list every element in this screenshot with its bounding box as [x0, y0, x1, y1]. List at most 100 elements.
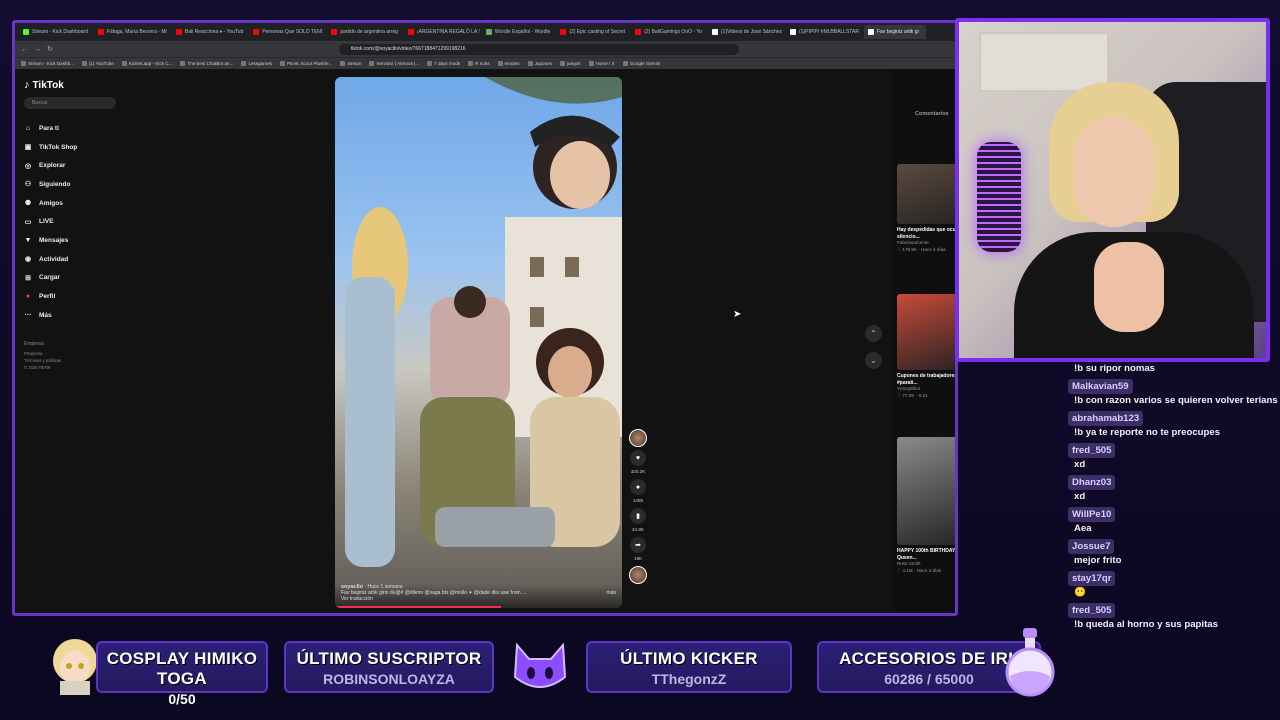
- bookmark-item[interactable]: R subs: [468, 61, 490, 66]
- related-video-card[interactable]: HAPPY 100th BIRTHDAY Queen... Ross Smith ♡…: [897, 437, 955, 574]
- comments-tab[interactable]: Comentarios: [915, 111, 949, 117]
- bookmark-item[interactable]: stream: [340, 61, 361, 66]
- comment-count: 1485: [632, 498, 644, 503]
- goal-value: 0/50: [168, 691, 196, 707]
- sidebar-item-explorar[interactable]: ◎ Explorar: [24, 156, 116, 175]
- chat-message: stay17qr 😶: [1068, 571, 1278, 599]
- tab-label: (2) BaliGamings OoO - Yo: [644, 29, 702, 35]
- chat-text: 😶: [1074, 587, 1086, 598]
- bookmark-item[interactable]: Servidor | Aternos |...: [369, 61, 419, 66]
- chat-username[interactable]: stay17qr: [1068, 571, 1116, 586]
- caption-more-link[interactable]: más: [607, 590, 616, 596]
- bookmark-item[interactable]: Stream - Kick Dashb...: [21, 61, 74, 66]
- sidebar-item-perfil[interactable]: ● Perfil: [24, 287, 116, 306]
- translate-link[interactable]: Ver traducción: [341, 596, 616, 602]
- chat-username[interactable]: fred_505: [1068, 443, 1116, 458]
- more-icon: ···: [24, 311, 32, 319]
- bookmark-item[interactable]: juegos: [559, 61, 581, 66]
- sidebar-item-mensajes[interactable]: ▼ Mensajes: [24, 231, 116, 250]
- related-video-card[interactable]: Cupones de trabajadores #parati... YoSoyE…: [897, 294, 955, 399]
- chat-message: Dhanz03 xd: [1068, 475, 1278, 503]
- footer-link-terms[interactable]: Términos y políticas: [24, 357, 116, 364]
- sound-disc-icon[interactable]: [629, 566, 647, 584]
- video-frame: [345, 77, 622, 567]
- browser-tab[interactable]: Fav beginiz artik gi: [864, 25, 926, 39]
- tiktok-page: ♪ TikTok Buscar ⌂ Para ti ▣ TikTok Shop ◎ Exp…: [15, 69, 956, 613]
- related-video-title: Hay despedidas que ocurren en silencio..…: [897, 227, 956, 240]
- bookmark-item[interactable]: The best ChatBot an...: [180, 61, 233, 66]
- next-video-icon[interactable]: ⌄: [865, 352, 882, 369]
- browser-tab[interactable]: Bali Reacciona ♦ - YouTub: [172, 25, 248, 39]
- tab-label: (1)PIPIPI #MLBBALLSTAR: [799, 29, 859, 35]
- chat-username[interactable]: abrahamab123: [1068, 411, 1144, 426]
- bookmark-item[interactable]: Google Gemini: [622, 61, 660, 66]
- bookmark-item[interactable]: Japones: [527, 61, 552, 66]
- bookmark-icon[interactable]: ▮: [630, 508, 646, 524]
- browser-tab[interactable]: Fáfaga, María Becerra - Mi: [94, 25, 170, 39]
- browser-tab[interactable]: Personas Que SOLO TENÍ: [249, 25, 325, 39]
- share-icon[interactable]: ➦: [630, 537, 646, 553]
- bookmark-item[interactable]: Home / X: [588, 61, 615, 66]
- search-input[interactable]: Buscar: [24, 97, 116, 109]
- sidebar-item-live[interactable]: ▭ LIVE: [24, 212, 116, 231]
- related-video-card[interactable]: Hay despedidas que ocurren en silencio..…: [897, 164, 956, 253]
- reload-icon[interactable]: ↻: [47, 45, 53, 53]
- tab-label: Fáfaga, María Becerra - Mi: [106, 29, 167, 35]
- footer-link-program[interactable]: Programa: [24, 350, 116, 357]
- bookmark-item[interactable]: PEAK Scout Plushie...: [279, 61, 332, 66]
- sidebar-item-siguiendo[interactable]: ⚇ Siguiendo: [24, 175, 116, 194]
- sidebar-item-tiktok-shop[interactable]: ▣ TikTok Shop: [24, 138, 116, 157]
- bookmark-icon: [369, 61, 375, 66]
- kicker-title: ÚLTIMO KICKER: [620, 649, 758, 668]
- url-field[interactable]: tiktok.com/@soyacllo/video/7667188471299…: [338, 43, 739, 55]
- sidebar-item-label: Cargar: [39, 274, 60, 282]
- chat-username[interactable]: fred_505: [1068, 603, 1116, 618]
- chat-username[interactable]: WillPe10: [1068, 507, 1116, 522]
- creator-avatar[interactable]: [629, 429, 647, 447]
- browser-tab[interactable]: ¡ARGENTINA REGALÓ LA !: [404, 25, 480, 39]
- sidebar-item-label: Actividad: [39, 255, 69, 263]
- cat-mascot-icon: [511, 641, 569, 695]
- chat-message: fred_505 !b queda al horno y sus papitas: [1068, 603, 1278, 631]
- browser-tab[interactable]: (2) Epic casting of Secret: [556, 25, 629, 39]
- tab-label: (2) Epic casting of Secret: [569, 29, 626, 35]
- chat-message: Malkavian59 !b con razon varios se quiere…: [1068, 379, 1278, 407]
- bookmark-item[interactable]: emotes: [497, 61, 520, 66]
- sidebar-item-cargar[interactable]: ⊞ Cargar: [24, 269, 116, 288]
- tab-label: Stream - Kick Dashboard: [32, 29, 88, 35]
- bookmark-icon: [121, 61, 127, 66]
- back-icon[interactable]: ←: [21, 46, 28, 53]
- tab-favicon-icon: [407, 29, 414, 35]
- sidebar-item-para-ti[interactable]: ⌂ Para ti: [24, 119, 116, 138]
- bookmark-item[interactable]: (1) YouTube: [81, 61, 114, 66]
- video-player[interactable]: soyacllo · Hace 1 semana Fav beginiz art…: [335, 77, 622, 608]
- sidebar-item-m-s[interactable]: ··· Más: [24, 306, 116, 325]
- chat-username[interactable]: Dhanz03: [1068, 475, 1116, 490]
- mouse-cursor-icon: ➤: [733, 309, 742, 320]
- like-icon[interactable]: ♥: [630, 450, 646, 466]
- sidebar-item-actividad[interactable]: ◉ Actividad: [24, 250, 116, 269]
- subscriber-value: ROBINSONLOAYZA: [323, 671, 455, 687]
- chat-username[interactable]: Malkavian59: [1068, 379, 1133, 394]
- chat-username[interactable]: Jossue7: [1068, 539, 1115, 554]
- streamer-face: [1074, 117, 1154, 227]
- browser-tab[interactable]: Wordle Español - Wordle: [482, 25, 554, 39]
- browser-tab[interactable]: partido de argentina arreg: [327, 25, 402, 39]
- bookmark-icon: [588, 61, 594, 66]
- tiktok-logo[interactable]: ♪ TikTok: [24, 79, 116, 91]
- bookmark-item[interactable]: Kicklet.app - Kick C...: [121, 61, 173, 66]
- bookmark-label: Kicklet.app - Kick C...: [128, 61, 173, 66]
- bookmark-item[interactable]: Lessgames: [241, 61, 272, 66]
- forward-icon[interactable]: →: [34, 46, 41, 53]
- comment-icon[interactable]: ●: [630, 479, 646, 495]
- tab-favicon-icon: [790, 29, 796, 35]
- video-progress-bar[interactable]: [335, 606, 502, 608]
- footer-link-company[interactable]: Empresa: [24, 339, 116, 350]
- sidebar-item-amigos[interactable]: ⚉ Amigos: [24, 194, 116, 213]
- previous-video-icon[interactable]: ⌃: [865, 325, 882, 342]
- browser-tab[interactable]: (2) BaliGamings OoO - Yo: [631, 25, 706, 39]
- bookmark-item[interactable]: 7 days mods: [427, 61, 460, 66]
- browser-tab[interactable]: (1)Videos de José Sánchez: [708, 25, 784, 39]
- browser-tab[interactable]: Stream - Kick Dashboard: [19, 25, 92, 39]
- browser-tab[interactable]: (1)PIPIPI #MLBBALLSTAR: [786, 25, 862, 39]
